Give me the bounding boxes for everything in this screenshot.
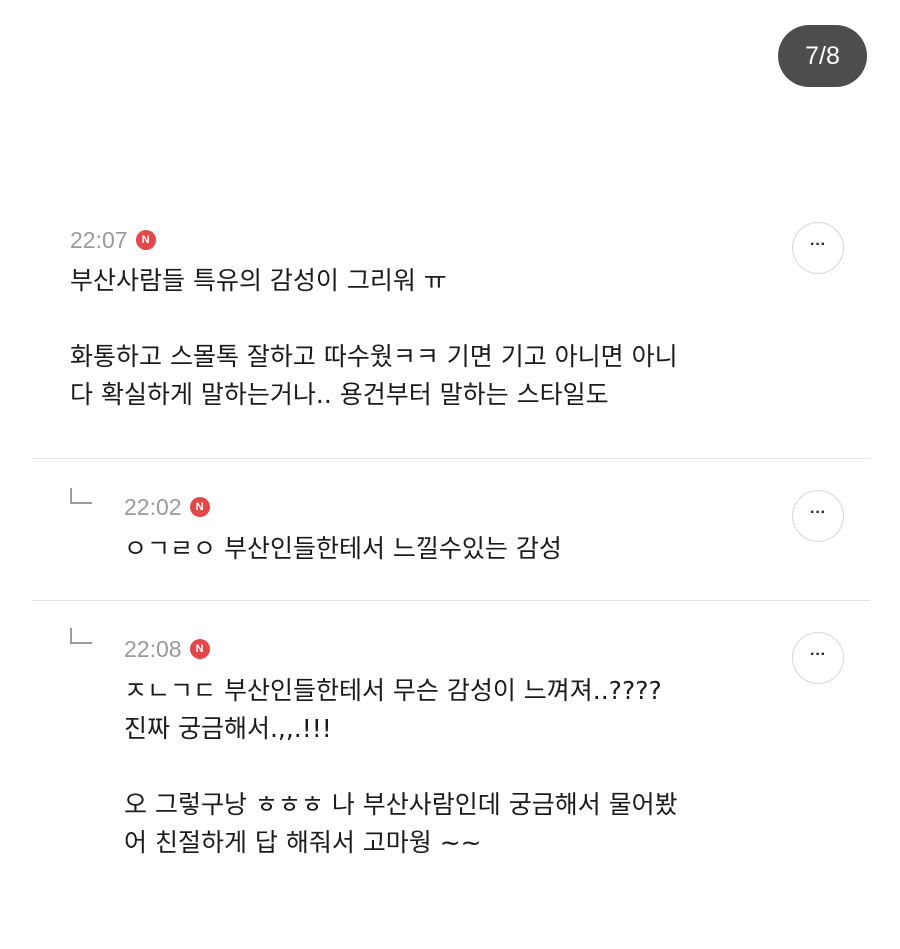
new-badge-icon: N <box>189 497 210 517</box>
comment-time: 22:07 <box>70 226 128 253</box>
new-badge-icon: N <box>135 230 156 250</box>
comment-text: ㅈㄴㄱㄷ 부산인들한테서 무슨 감성이 느껴져..???? 진짜 궁금해서.,,… <box>124 676 678 857</box>
page-indicator: 7/8 <box>778 25 867 87</box>
new-badge-icon: N <box>189 639 210 659</box>
comment-meta: 22:08 N <box>124 635 210 663</box>
comment-meta: 22:02 N <box>124 493 210 521</box>
more-options-button[interactable]: ··· <box>792 490 844 542</box>
divider <box>32 600 870 601</box>
comment-text: ㅇㄱㄹㅇ 부산인들한테서 느낄수있는 감성 <box>124 534 562 563</box>
comment-meta: 22:07 N <box>70 226 156 254</box>
comment-time: 22:02 <box>124 493 182 520</box>
divider <box>32 458 870 459</box>
reply-arrow-icon <box>70 488 92 504</box>
reply-arrow-icon <box>70 628 92 644</box>
comment-time: 22:08 <box>124 635 182 662</box>
comment-text: 부산사람들 특유의 감성이 그리워 ㅠ 화통하고 스몰톡 잘하고 따수웠ㅋㅋ 기… <box>70 266 678 409</box>
more-options-button[interactable]: ··· <box>792 632 844 684</box>
more-options-button[interactable]: ··· <box>792 222 844 274</box>
